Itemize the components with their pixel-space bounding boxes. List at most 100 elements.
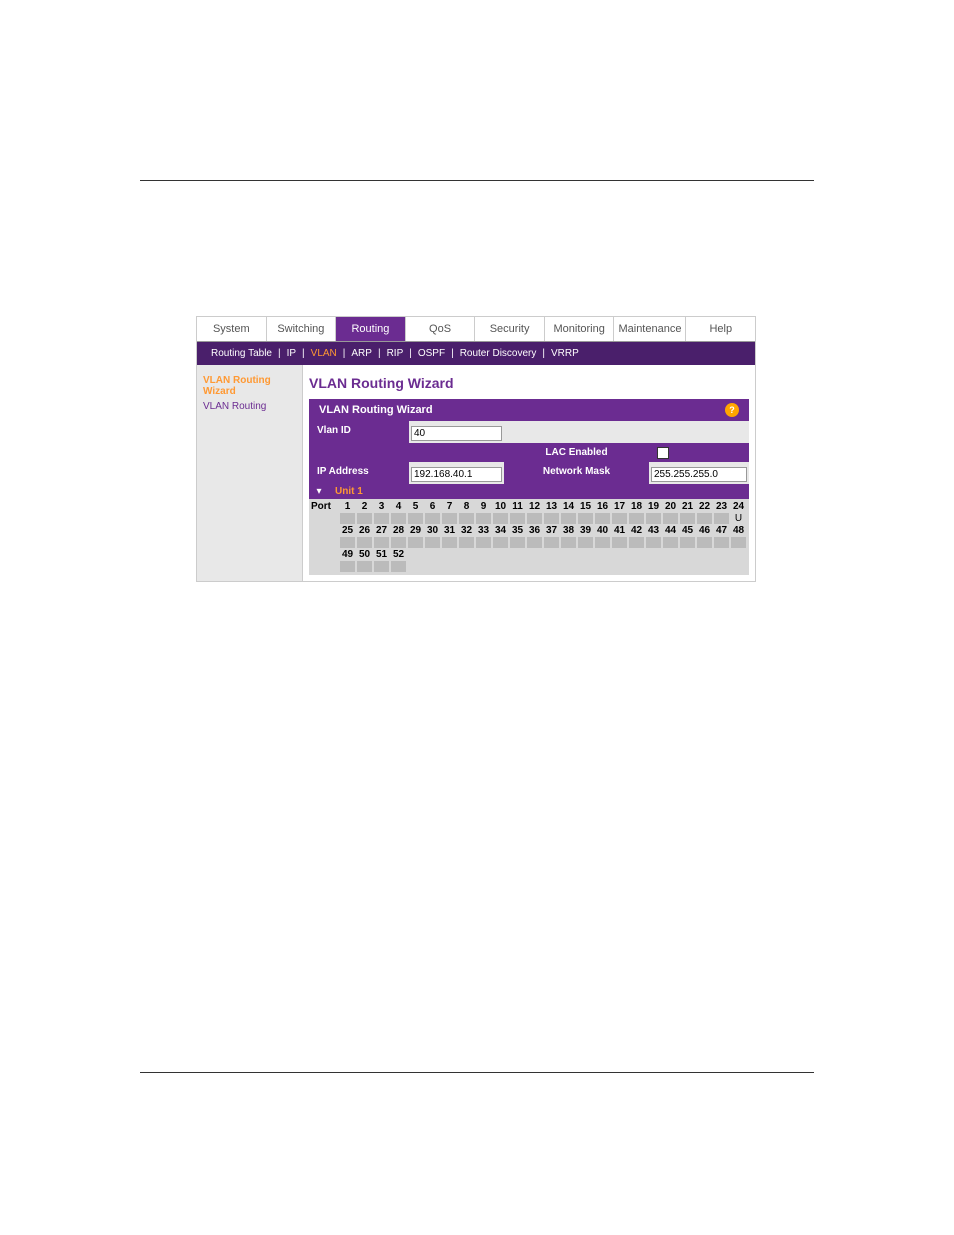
tab-qos[interactable]: QoS — [406, 317, 476, 341]
port-24-state[interactable]: U — [730, 513, 747, 524]
sidebar-item-vlan-routing[interactable]: VLAN Routing — [203, 399, 296, 414]
port-checkbox[interactable] — [408, 537, 423, 548]
port-checkbox[interactable] — [493, 513, 508, 524]
section-header: VLAN Routing Wizard ? — [309, 399, 749, 421]
tab-routing[interactable]: Routing — [336, 317, 406, 341]
port-checkbox[interactable] — [544, 513, 559, 524]
port-checkbox[interactable] — [578, 513, 593, 524]
port-num: 2 — [356, 501, 373, 512]
port-checkbox[interactable] — [731, 537, 746, 548]
port-checkbox[interactable] — [374, 561, 389, 572]
port-checkbox[interactable] — [459, 537, 474, 548]
port-checkbox[interactable] — [544, 537, 559, 548]
ip-address-label: IP Address — [309, 462, 409, 484]
tab-maintenance[interactable]: Maintenance — [614, 317, 686, 341]
port-num: 40 — [594, 525, 611, 536]
subtab-vlan[interactable]: VLAN — [305, 346, 343, 361]
vlan-id-input[interactable] — [411, 426, 502, 441]
port-checkbox[interactable] — [612, 537, 627, 548]
port-checkbox[interactable] — [357, 513, 372, 524]
subtab-vrrp[interactable]: VRRP — [545, 346, 585, 361]
port-checkbox[interactable] — [391, 561, 406, 572]
port-checkbox[interactable] — [663, 513, 678, 524]
port-checkbox[interactable] — [612, 513, 627, 524]
port-checkbox[interactable] — [340, 561, 355, 572]
port-checkbox[interactable] — [510, 513, 525, 524]
port-num: 28 — [390, 525, 407, 536]
port-section: Port 1 2 3 4 5 6 7 8 9 10 11 12 13 14 15 — [309, 499, 749, 575]
port-num: 13 — [543, 501, 560, 512]
port-checkbox[interactable] — [391, 513, 406, 524]
port-checkbox[interactable] — [493, 537, 508, 548]
port-checkbox[interactable] — [340, 537, 355, 548]
port-checkbox[interactable] — [442, 513, 457, 524]
subtab-rip[interactable]: RIP — [381, 346, 410, 361]
port-checkbox[interactable] — [527, 513, 542, 524]
port-checkbox[interactable] — [391, 537, 406, 548]
section-title: VLAN Routing Wizard — [319, 404, 433, 416]
port-num: 14 — [560, 501, 577, 512]
port-num: 8 — [458, 501, 475, 512]
port-checkbox[interactable] — [578, 537, 593, 548]
subtab-router-discovery[interactable]: Router Discovery — [454, 346, 543, 361]
port-checkbox[interactable] — [595, 513, 610, 524]
port-num: 26 — [356, 525, 373, 536]
port-checkbox[interactable] — [527, 537, 542, 548]
port-checkbox[interactable] — [629, 513, 644, 524]
lac-enabled-checkbox[interactable] — [657, 447, 669, 459]
port-checkbox[interactable] — [357, 561, 372, 572]
tab-monitoring[interactable]: Monitoring — [545, 317, 615, 341]
port-checkbox[interactable] — [663, 537, 678, 548]
ip-address-input-cell — [409, 462, 504, 484]
port-checkbox[interactable] — [425, 513, 440, 524]
port-checkbox[interactable] — [697, 537, 712, 548]
port-checkbox[interactable] — [561, 513, 576, 524]
port-num: 43 — [645, 525, 662, 536]
subtab-ip[interactable]: IP — [281, 346, 302, 361]
port-checkbox[interactable] — [714, 513, 729, 524]
port-checkbox[interactable] — [476, 537, 491, 548]
port-checkbox[interactable] — [629, 537, 644, 548]
port-num: 24 — [730, 501, 747, 512]
unit-label: Unit 1 — [329, 484, 369, 499]
port-checkbox[interactable] — [595, 537, 610, 548]
port-checkbox[interactable] — [357, 537, 372, 548]
port-num: 42 — [628, 525, 645, 536]
subtab-arp[interactable]: ARP — [345, 346, 378, 361]
port-checkbox[interactable] — [510, 537, 525, 548]
port-checkbox[interactable] — [442, 537, 457, 548]
port-checkbox[interactable] — [697, 513, 712, 524]
port-checkbox[interactable] — [646, 513, 661, 524]
port-checkbox[interactable] — [561, 537, 576, 548]
port-num: 4 — [390, 501, 407, 512]
port-checkbox[interactable] — [680, 513, 695, 524]
network-mask-input[interactable] — [651, 467, 747, 482]
tab-security[interactable]: Security — [475, 317, 545, 341]
subtab-routing-table[interactable]: Routing Table — [205, 346, 278, 361]
vlan-id-row: Vlan ID — [309, 421, 749, 443]
tab-help[interactable]: Help — [686, 317, 755, 341]
port-num: 32 — [458, 525, 475, 536]
port-checkbox[interactable] — [680, 537, 695, 548]
port-checkbox[interactable] — [374, 537, 389, 548]
tab-system[interactable]: System — [197, 317, 267, 341]
subtab-ospf[interactable]: OSPF — [412, 346, 451, 361]
unit-collapse-icon[interactable]: ▾ — [309, 484, 329, 499]
port-row-2-checkboxes — [311, 536, 747, 549]
ip-address-input[interactable] — [411, 467, 502, 482]
tab-switching[interactable]: Switching — [267, 317, 337, 341]
port-checkbox[interactable] — [476, 513, 491, 524]
port-checkbox[interactable] — [340, 513, 355, 524]
port-num: 31 — [441, 525, 458, 536]
port-checkbox[interactable] — [646, 537, 661, 548]
port-checkbox[interactable] — [714, 537, 729, 548]
port-checkbox[interactable] — [425, 537, 440, 548]
port-checkbox[interactable] — [374, 513, 389, 524]
port-checkbox[interactable] — [408, 513, 423, 524]
unit-row: ▾ Unit 1 — [309, 484, 749, 499]
sidebar-item-vlan-routing-wizard[interactable]: VLAN Routing Wizard — [203, 373, 296, 399]
port-row-1-header: Port 1 2 3 4 5 6 7 8 9 10 11 12 13 14 15 — [311, 501, 747, 512]
help-icon[interactable]: ? — [725, 403, 739, 417]
port-num: 33 — [475, 525, 492, 536]
port-checkbox[interactable] — [459, 513, 474, 524]
